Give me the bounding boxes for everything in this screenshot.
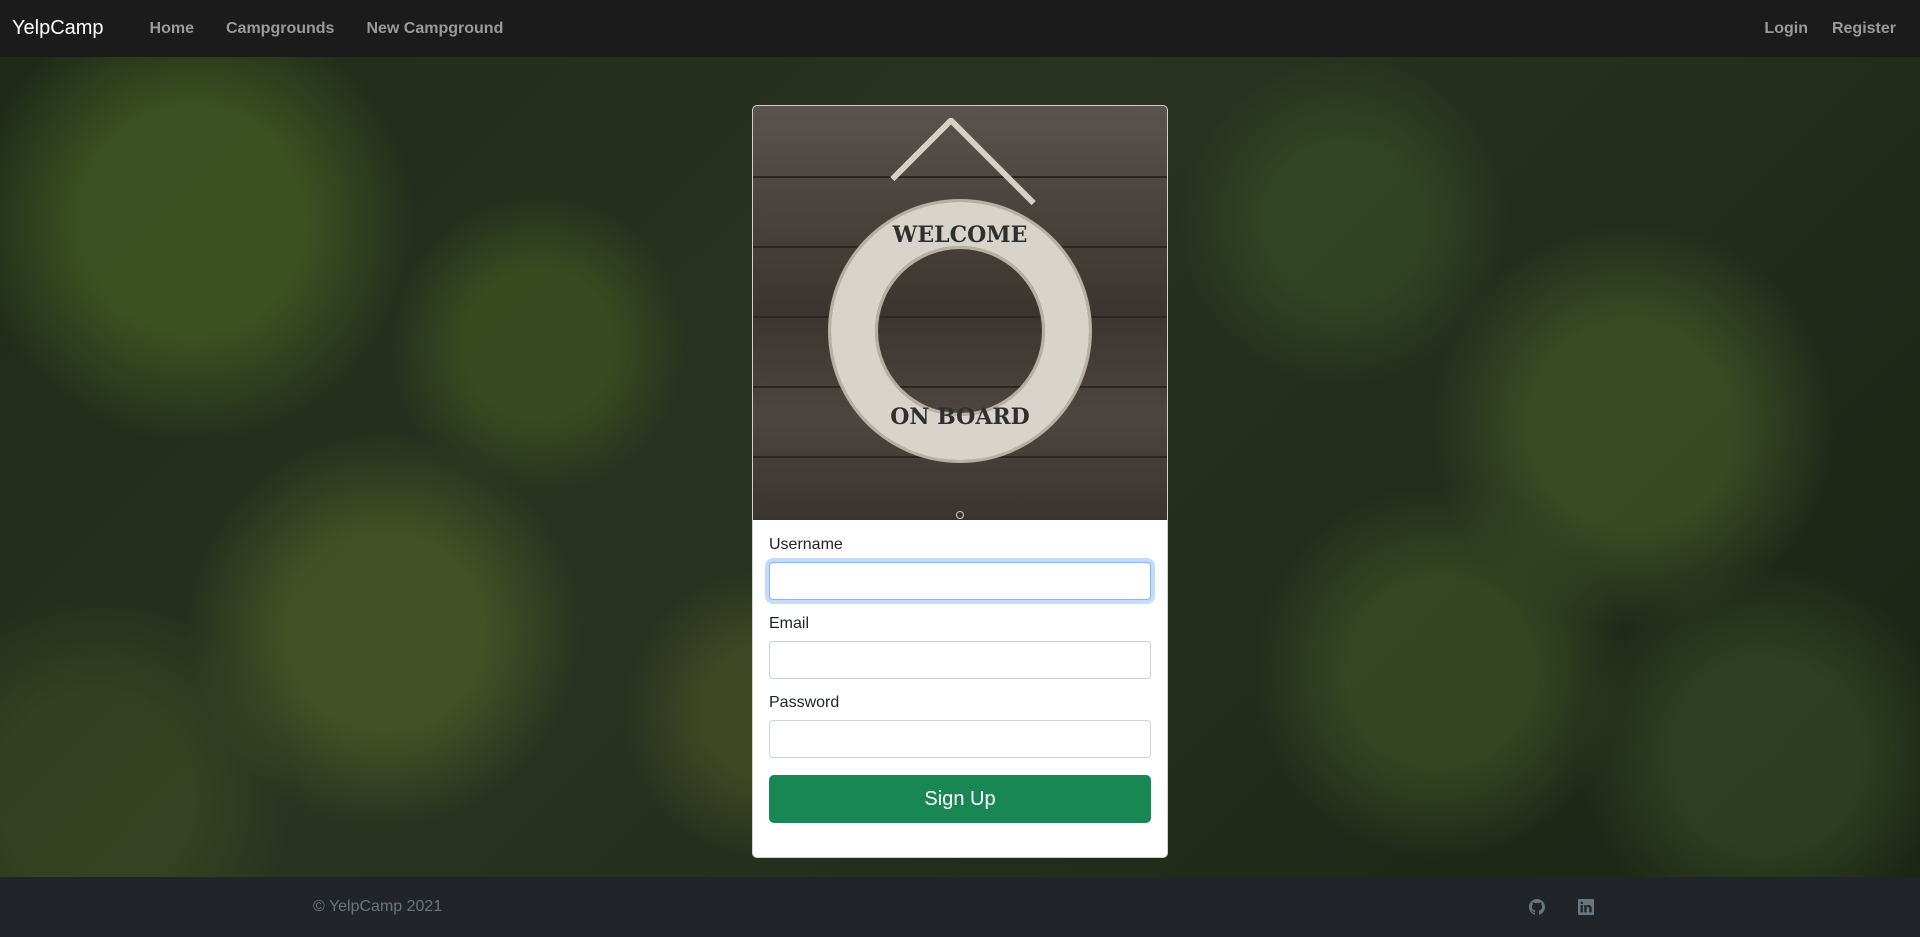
signup-form: Username Email Password Sign Up (753, 520, 1167, 823)
image-indicator-dot (956, 511, 964, 519)
password-group: Password (769, 694, 1151, 758)
nav-left-links: Home Campgrounds New Campground (134, 20, 520, 38)
nav-link-register[interactable]: Register (1820, 20, 1908, 38)
top-navbar: YelpCamp Home Campgrounds New Campground… (0, 0, 1920, 57)
sign-up-button[interactable]: Sign Up (769, 775, 1151, 823)
linkedin-icon[interactable] (1578, 899, 1594, 915)
nav-right-links: Login Register (1752, 20, 1908, 38)
ring-text-bottom: ON BOARD (890, 404, 1030, 430)
username-group: Username (769, 536, 1151, 600)
nav-link-campgrounds[interactable]: Campgrounds (210, 20, 350, 38)
copyright-text: © YelpCamp 2021 (313, 898, 443, 915)
page-footer: © YelpCamp 2021 (0, 877, 1920, 937)
nav-link-home[interactable]: Home (134, 20, 210, 38)
email-input[interactable] (769, 641, 1151, 679)
email-group: Email (769, 615, 1151, 679)
welcome-aboard-image: WELCOME ON BOARD (753, 106, 1167, 520)
email-label: Email (769, 615, 810, 632)
username-label: Username (769, 536, 843, 553)
github-icon[interactable] (1529, 899, 1545, 915)
password-input[interactable] (769, 720, 1151, 758)
nav-link-login[interactable]: Login (1752, 20, 1820, 38)
username-input[interactable] (769, 562, 1151, 600)
nav-link-new-campground[interactable]: New Campground (350, 20, 519, 38)
signup-card: WELCOME ON BOARD Username Email Password… (752, 105, 1168, 858)
ring-text-top: WELCOME (892, 222, 1028, 248)
password-label: Password (769, 694, 840, 711)
brand-logo[interactable]: YelpCamp (12, 17, 104, 40)
